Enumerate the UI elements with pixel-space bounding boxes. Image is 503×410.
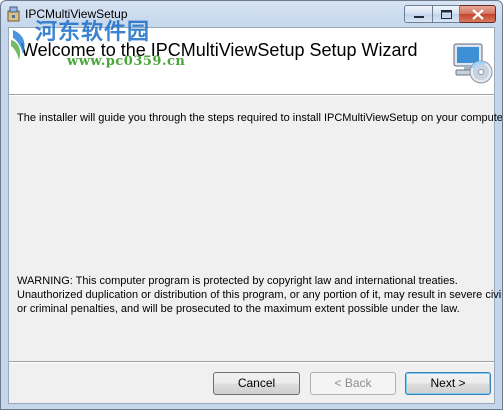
watermark-site-name: 河东软件园: [35, 20, 151, 45]
warning-line: Unauthorized duplication or distribution…: [17, 289, 503, 301]
maximize-icon: [441, 10, 452, 19]
minimize-icon: [414, 16, 424, 18]
next-button[interactable]: Next >: [405, 372, 491, 395]
wizard-body: Welcome to the IPCMultiViewSetup Setup W…: [8, 20, 503, 404]
banner-divider: [9, 94, 494, 96]
installer-window: IPCMultiViewSetup Welcome to the IPCMult…: [0, 0, 503, 410]
cancel-button[interactable]: Cancel: [213, 372, 300, 395]
copyright-warning: WARNING: This computer program is protec…: [17, 274, 503, 316]
warning-line: or criminal penalties, and will be prose…: [17, 303, 460, 315]
computer-cd-icon: [450, 42, 494, 86]
installer-app-icon: [6, 6, 22, 22]
warning-line: WARNING: This computer program is protec…: [17, 275, 458, 287]
button-area-divider: [9, 361, 494, 363]
close-icon: [472, 9, 484, 20]
maximize-button[interactable]: [433, 5, 460, 23]
intro-text: The installer will guide you through the…: [17, 112, 503, 124]
wizard-banner: Welcome to the IPCMultiViewSetup Setup W…: [9, 20, 494, 94]
watermark-url: www.pc0359.cn: [67, 54, 186, 69]
back-button[interactable]: < Back: [310, 372, 396, 395]
close-button[interactable]: [460, 5, 496, 23]
minimize-button[interactable]: [404, 5, 433, 23]
